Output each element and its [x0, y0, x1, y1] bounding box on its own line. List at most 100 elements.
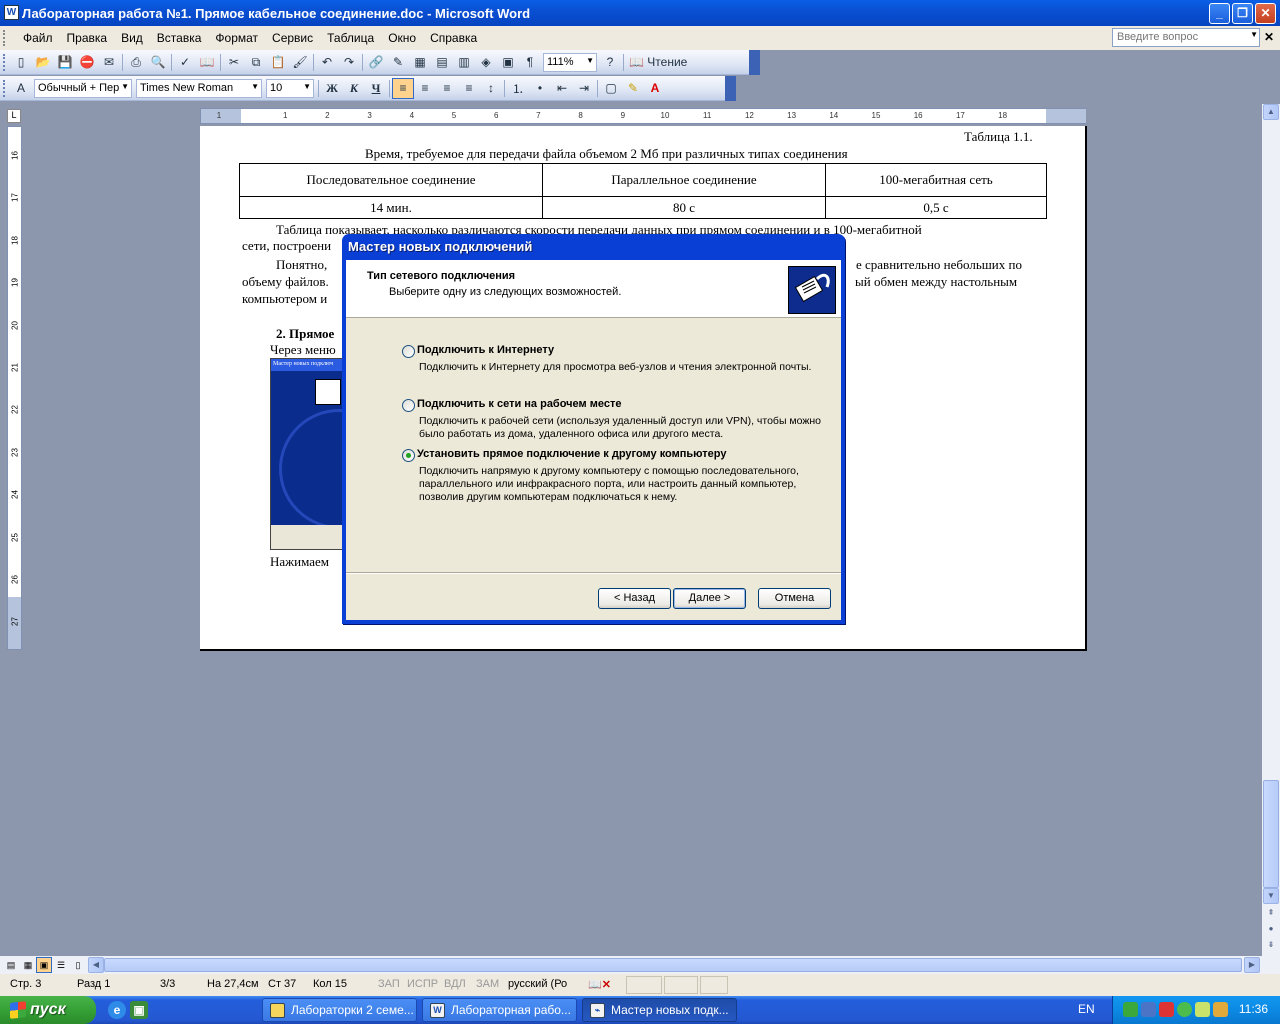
- scroll-right-icon[interactable]: ▶: [1244, 957, 1260, 973]
- radio-direct[interactable]: [402, 449, 415, 462]
- permission-icon[interactable]: ⛔: [76, 52, 98, 73]
- word-app-icon[interactable]: W: [4, 5, 19, 20]
- scroll-left-icon[interactable]: ◀: [88, 957, 104, 973]
- close-button[interactable]: ✕: [1255, 3, 1276, 24]
- save-icon[interactable]: 💾: [54, 52, 76, 73]
- radio-workplace[interactable]: [402, 399, 415, 412]
- justify-icon[interactable]: ≡: [458, 78, 480, 99]
- tray-update-icon[interactable]: [1177, 1002, 1192, 1017]
- internet-explorer-icon[interactable]: e: [108, 1001, 126, 1019]
- option-label[interactable]: Установить прямое подключение к другому …: [417, 448, 726, 460]
- styles-pane-icon[interactable]: A: [10, 78, 32, 99]
- toolbar-grip[interactable]: [3, 80, 6, 97]
- menu-view[interactable]: Вид: [114, 27, 150, 49]
- next-button[interactable]: Далее >: [673, 588, 746, 609]
- tab-selector-icon[interactable]: L: [7, 109, 21, 123]
- menu-format[interactable]: Формат: [208, 27, 265, 49]
- drawing-icon[interactable]: ◈: [475, 52, 497, 73]
- menu-table[interactable]: Таблица: [320, 27, 381, 49]
- tray-network-icon[interactable]: [1123, 1002, 1138, 1017]
- increase-indent-icon[interactable]: ⇥: [573, 78, 595, 99]
- task-button-wizard[interactable]: ⌁ Мастер новых подк...: [582, 998, 737, 1022]
- font-size-select[interactable]: 10 ▼: [266, 78, 314, 98]
- browse-object-icon[interactable]: ●: [1263, 922, 1279, 938]
- line-spacing-icon[interactable]: ↕: [480, 78, 502, 99]
- outline-view-icon[interactable]: ☰: [53, 957, 69, 973]
- tray-volume-icon[interactable]: [1213, 1002, 1228, 1017]
- back-button[interactable]: < Назад: [598, 588, 671, 609]
- cancel-button[interactable]: Отмена: [758, 588, 831, 609]
- input-language[interactable]: EN: [1078, 1002, 1095, 1016]
- vertical-scroll-thumb[interactable]: [1263, 780, 1279, 888]
- scroll-down-icon[interactable]: ▼: [1263, 888, 1279, 904]
- italic-button[interactable]: К: [343, 78, 365, 99]
- reading-view-icon[interactable]: ▯: [70, 957, 86, 973]
- undo-icon[interactable]: ↶: [316, 52, 338, 73]
- reading-layout-button[interactable]: 📖 Чтение: [626, 52, 690, 73]
- insert-excel-icon[interactable]: ▤: [431, 52, 453, 73]
- status-rec[interactable]: ЗАП: [378, 978, 400, 990]
- insert-table-icon[interactable]: ▦: [409, 52, 431, 73]
- email-icon[interactable]: ✉: [98, 52, 120, 73]
- minimize-button[interactable]: _: [1209, 3, 1230, 24]
- copy-icon[interactable]: ⧉: [245, 52, 267, 73]
- menu-insert[interactable]: Вставка: [150, 27, 209, 49]
- dialog-title[interactable]: Мастер новых подключений: [348, 239, 532, 254]
- tables-borders-icon[interactable]: ✎: [387, 52, 409, 73]
- clock[interactable]: 11:36: [1239, 1002, 1268, 1016]
- show-desktop-icon[interactable]: ▣: [130, 1001, 148, 1019]
- bold-button[interactable]: Ж: [321, 78, 343, 99]
- print-preview-icon[interactable]: 🔍: [147, 52, 169, 73]
- borders-icon[interactable]: ▢: [600, 78, 622, 99]
- vertical-ruler[interactable]: 16 17 18 19 20 21 22 23 24 25 26 27: [7, 126, 22, 650]
- redo-icon[interactable]: ↷: [338, 52, 360, 73]
- toolbar-options-icon[interactable]: [749, 50, 760, 75]
- format-painter-icon[interactable]: 🖌: [289, 52, 311, 73]
- help-icon[interactable]: ?: [599, 52, 621, 73]
- underline-button[interactable]: Ч: [365, 78, 387, 99]
- align-right-icon[interactable]: ≡: [436, 78, 458, 99]
- menu-window[interactable]: Окно: [381, 27, 423, 49]
- status-overtype[interactable]: ЗАМ: [476, 978, 499, 990]
- menu-edit[interactable]: Правка: [60, 27, 115, 49]
- document-map-icon[interactable]: ▣: [497, 52, 519, 73]
- zoom-select[interactable]: 111% ▼: [543, 52, 597, 72]
- decrease-indent-icon[interactable]: ⇤: [551, 78, 573, 99]
- previous-page-icon[interactable]: ⇞: [1263, 906, 1279, 922]
- new-document-icon[interactable]: ▯: [10, 52, 32, 73]
- menu-tools[interactable]: Сервис: [265, 27, 320, 49]
- spelling-icon[interactable]: ✓: [174, 52, 196, 73]
- bullets-icon[interactable]: •: [529, 78, 551, 99]
- toolbar-grip[interactable]: [3, 54, 6, 71]
- highlight-icon[interactable]: ✎: [622, 78, 644, 99]
- start-button[interactable]: пуск: [0, 996, 96, 1024]
- font-select[interactable]: Times New Roman ▼: [136, 78, 262, 98]
- restore-button[interactable]: ❐: [1232, 3, 1253, 24]
- align-left-icon[interactable]: ≡: [392, 77, 414, 99]
- next-page-icon[interactable]: ⇟: [1263, 938, 1279, 954]
- menubar-grip[interactable]: [3, 30, 7, 46]
- tray-network2-icon[interactable]: [1141, 1002, 1156, 1017]
- style-select[interactable]: Обычный + Пер ▼: [34, 78, 132, 98]
- option-label[interactable]: Подключить к сети на рабочем месте: [417, 398, 621, 410]
- tray-antivirus-icon[interactable]: [1159, 1002, 1174, 1017]
- vertical-scrollbar[interactable]: ▲ ▼ ⇞ ● ⇟: [1262, 104, 1280, 956]
- horizontal-scroll-thumb[interactable]: [104, 958, 1242, 972]
- print-icon[interactable]: ⎙: [125, 52, 147, 73]
- help-search-input[interactable]: Введите вопрос ▼: [1112, 28, 1260, 47]
- open-folder-icon[interactable]: 📂: [32, 52, 54, 73]
- scroll-up-icon[interactable]: ▲: [1263, 104, 1279, 120]
- status-extend[interactable]: ВДЛ: [444, 978, 466, 990]
- horizontal-ruler[interactable]: 1 1 2 3 4 5 6 7 8 9 10 11 12 13 14 15 16 17 18: [200, 108, 1086, 124]
- font-color-icon[interactable]: A: [644, 78, 666, 99]
- hyperlink-icon[interactable]: 🔗: [365, 52, 387, 73]
- radio-internet[interactable]: [402, 345, 415, 358]
- paste-icon[interactable]: 📋: [267, 52, 289, 73]
- option-label[interactable]: Подключить к Интернету: [417, 344, 554, 356]
- web-view-icon[interactable]: ▦: [20, 957, 36, 973]
- tray-battery-icon[interactable]: [1195, 1002, 1210, 1017]
- print-layout-icon[interactable]: ▣: [36, 957, 52, 973]
- numbering-icon[interactable]: ⒈: [507, 78, 529, 99]
- menu-file[interactable]: Файл: [16, 27, 60, 49]
- align-center-icon[interactable]: ≡: [414, 78, 436, 99]
